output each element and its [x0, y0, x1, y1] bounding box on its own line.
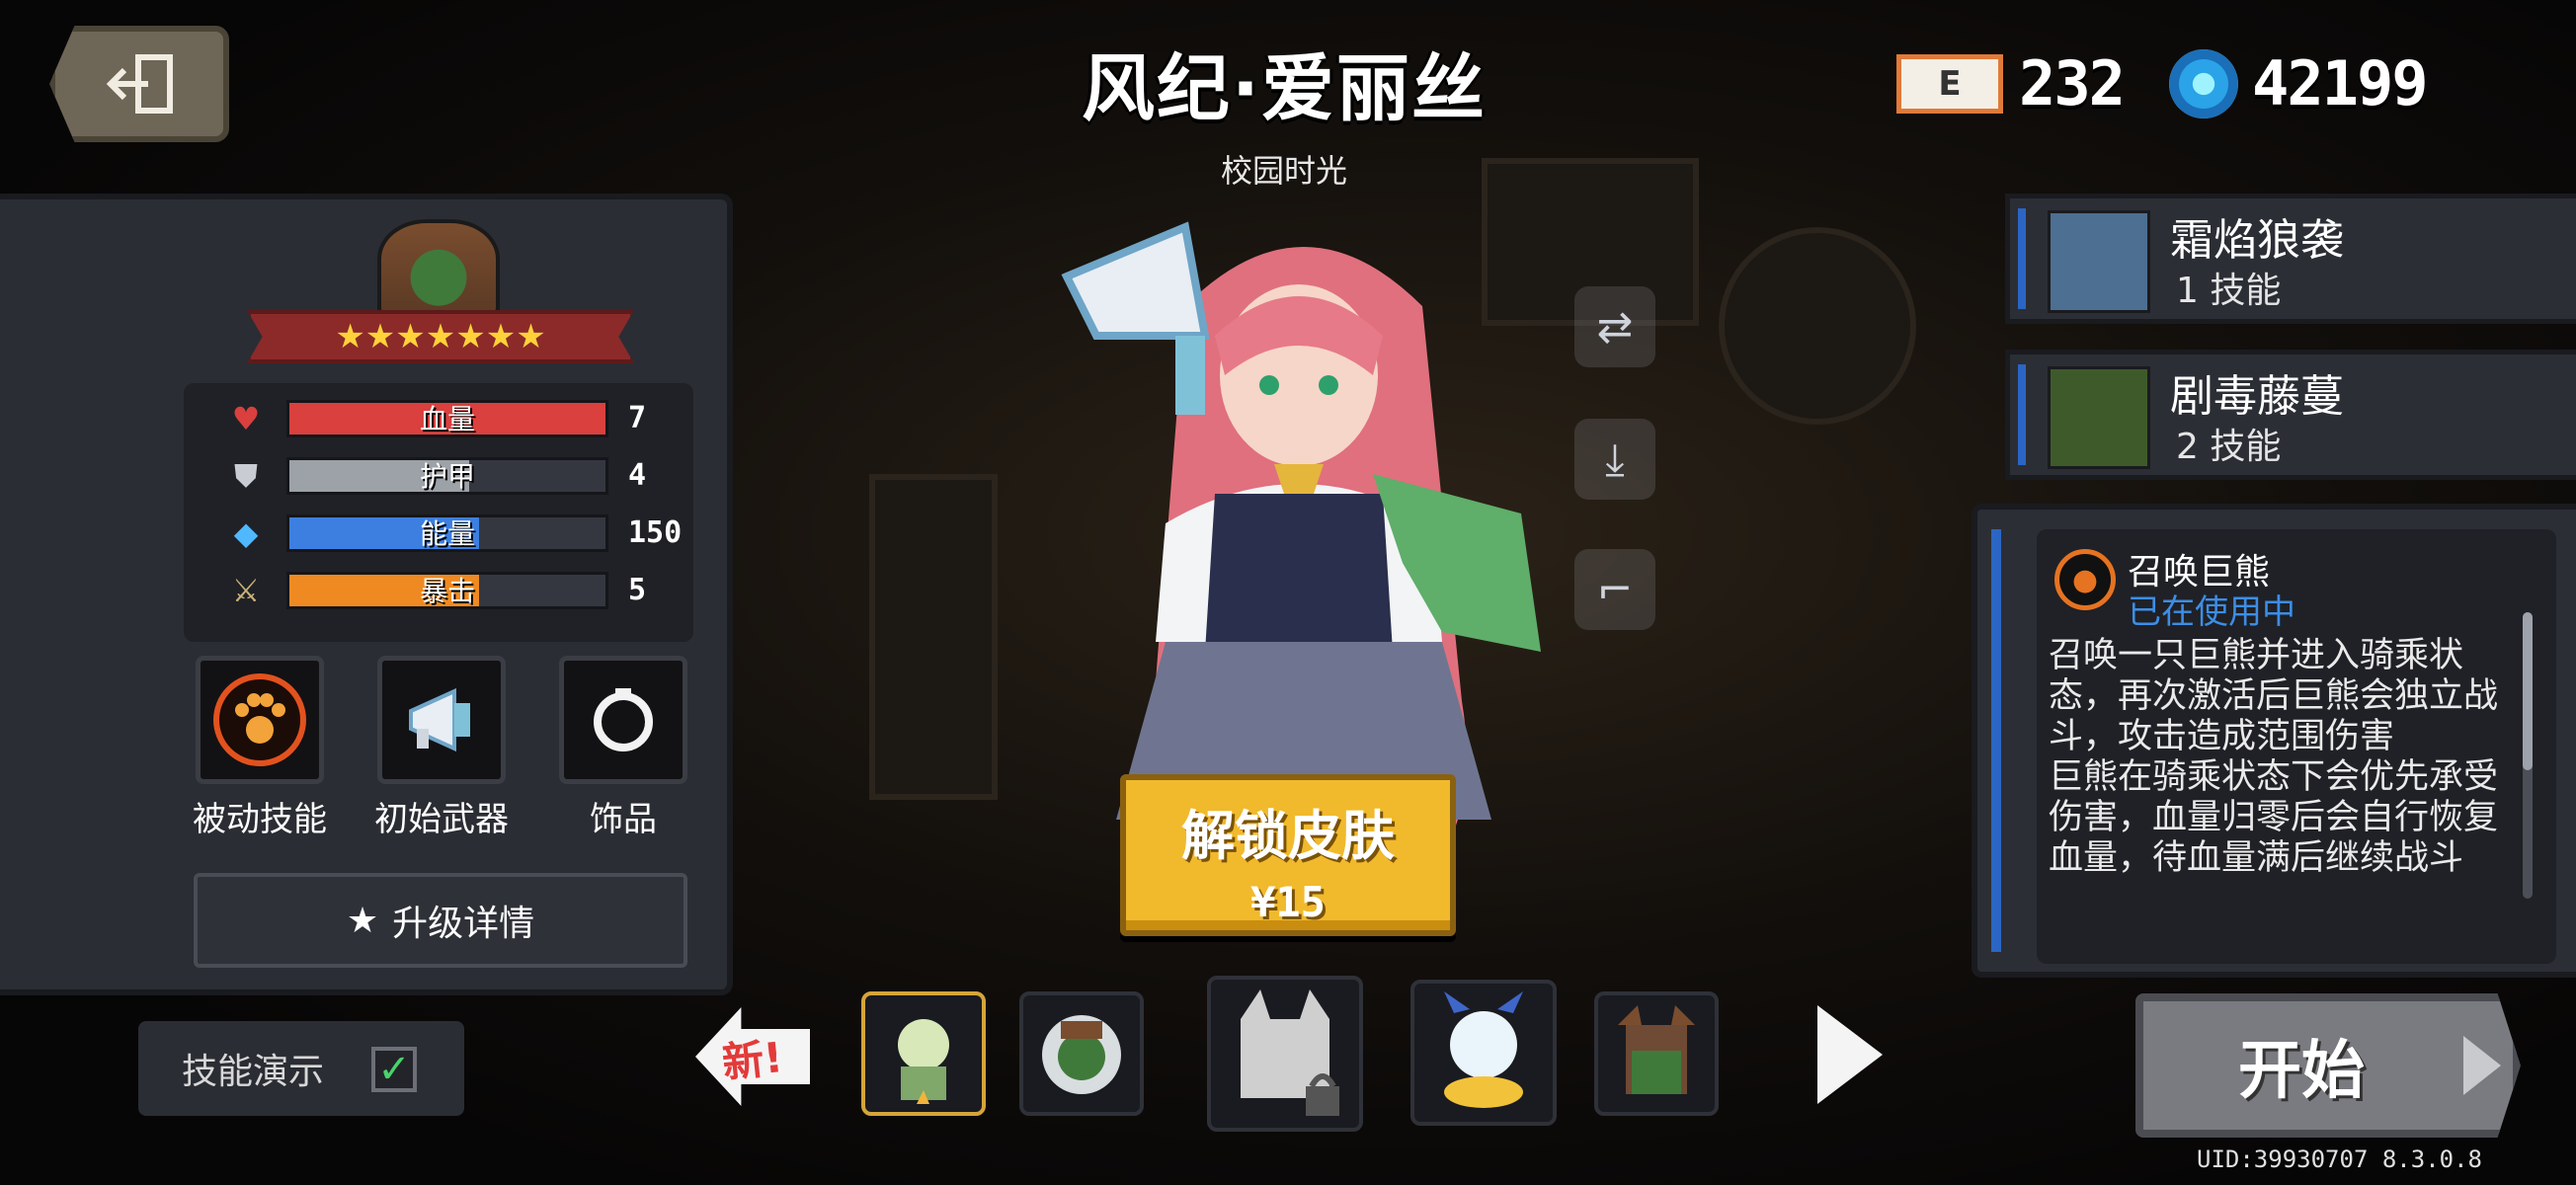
- pet-card-poison-vine[interactable]: 剧毒藤蔓 2 技能: [2005, 350, 2576, 480]
- skill-detail-content: ● 召唤巨熊 已在使用中 召唤一只巨熊并进入骑乘状态，再次激活后巨熊会独立战斗，…: [2037, 529, 2556, 964]
- back-button[interactable]: [49, 26, 229, 142]
- shield-icon: ⛊: [233, 456, 258, 495]
- stat-row-armor: ⛊ 护甲 4: [227, 456, 646, 496]
- start-label: 开始: [2238, 1035, 2365, 1108]
- accessory-label: 饰品: [590, 800, 657, 839]
- skin-name: 校园时光: [1220, 152, 1347, 190]
- ring-icon: [594, 688, 653, 751]
- bear-summon-icon: ●: [2054, 549, 2116, 610]
- paint-roller-button[interactable]: ⌐: [1574, 549, 1655, 630]
- star-icon: ★: [346, 900, 379, 941]
- ecard-icon: E: [1896, 53, 2003, 114]
- megaphone-icon: [409, 687, 470, 752]
- character-slot-4[interactable]: [1410, 980, 1557, 1126]
- heart-icon: ♥: [231, 400, 261, 437]
- crit-value: 5: [628, 573, 647, 607]
- ecard-count: 232: [2019, 47, 2126, 119]
- skill-description: 召唤一只巨熊并进入骑乘状态，再次激活后巨熊会独立战斗，攻击造成范围伤害 巨熊在骑乘…: [2049, 636, 2499, 878]
- exit-icon: [106, 54, 173, 114]
- passive-skill-label: 被动技能: [193, 800, 327, 839]
- download-icon: ⤓: [1605, 434, 1625, 485]
- skill-demo-checkbox[interactable]: ✓: [371, 1047, 417, 1092]
- pet-skill-count: 1 技能: [2176, 271, 2282, 311]
- ecard-counter: E 232: [1896, 47, 2126, 119]
- stats-box: ♥ 血量 7 ⛊ 护甲 4 ◆ 能量 150 ⚔ 暴击 5: [184, 383, 693, 642]
- pet-card-frost-wolf[interactable]: 霜焰狼袭 1 技能: [2005, 194, 2576, 324]
- hero-portrait: [377, 219, 500, 318]
- paint-roller-icon: ⌐: [1596, 564, 1634, 615]
- gem-icon: [2169, 48, 2238, 118]
- switch-skin-button[interactable]: ⇄: [1574, 286, 1655, 367]
- play-arrow-icon: [2463, 1036, 2501, 1095]
- locked-character-icon: [1241, 989, 1339, 1116]
- new-badge: 新!: [720, 1032, 786, 1087]
- crit-bar: 暴击: [286, 572, 608, 609]
- skill-demo-label: 技能演示: [182, 1052, 325, 1092]
- skill-status: 已在使用中: [2128, 592, 2295, 632]
- skill-demo-toggle[interactable]: 技能演示 ✓: [138, 1021, 464, 1116]
- starting-weapon-slot[interactable]: [377, 656, 506, 784]
- energy-value: 150: [628, 515, 683, 550]
- unlock-skin-price: ¥15: [1250, 878, 1326, 926]
- pet-skill-count: 2 技能: [2176, 427, 2282, 467]
- health-bar: 血量: [286, 400, 608, 437]
- starting-weapon-label: 初始武器: [374, 800, 509, 839]
- passive-skill-slot[interactable]: [196, 656, 324, 784]
- energy-icon: ◆: [233, 514, 259, 552]
- dragon-character-icon: [1444, 991, 1523, 1108]
- check-icon: ✓: [377, 1047, 411, 1092]
- accessory-slot[interactable]: [559, 656, 687, 784]
- health-value: 7: [628, 401, 647, 435]
- armor-bar: 护甲: [286, 457, 608, 495]
- character-slot-2[interactable]: [1019, 991, 1144, 1116]
- armor-value: 4: [628, 458, 647, 493]
- pet-name: 剧毒藤蔓: [2170, 371, 2344, 422]
- horned-character-icon: [1618, 1005, 1695, 1094]
- paw-icon: [213, 673, 306, 766]
- previous-character-button[interactable]: 新!: [695, 1007, 810, 1106]
- star-rating: ★★★★★★★: [247, 310, 634, 363]
- character-name: 风纪·爱丽丝: [1081, 46, 1488, 131]
- frost-wolf-icon: [2048, 210, 2150, 313]
- druid-character-icon: [1042, 1015, 1121, 1094]
- character-slot-5[interactable]: [1594, 991, 1719, 1116]
- upgrade-details-button[interactable]: ★ 升级详情: [194, 873, 687, 968]
- user-id-version: UID:39930707 8.3.0.8: [2197, 1146, 2482, 1173]
- start-button[interactable]: 开始: [2135, 993, 2521, 1138]
- gem-counter: 42199: [2169, 47, 2429, 119]
- unlock-skin-label: 解锁皮肤: [1181, 805, 1395, 867]
- poison-vine-icon: [2048, 366, 2150, 469]
- fairy-character-icon: [898, 1019, 949, 1104]
- skill-detail-panel: ● 召唤巨熊 已在使用中 召唤一只巨熊并进入骑乘状态，再次激活后巨熊会独立战斗，…: [1972, 504, 2576, 978]
- download-button[interactable]: ⤓: [1574, 419, 1655, 500]
- stat-row-crit: ⚔ 暴击 5: [227, 571, 646, 610]
- background-decor: [1719, 227, 1916, 425]
- swap-icon: ⇄: [1596, 301, 1634, 353]
- background-decor: [869, 474, 998, 800]
- unlock-skin-button[interactable]: 解锁皮肤 ¥15: [1120, 774, 1456, 936]
- crit-icon: ⚔: [231, 572, 261, 609]
- pet-name: 霜焰狼袭: [2170, 215, 2344, 266]
- stat-row-health: ♥ 血量 7: [227, 399, 646, 438]
- skill-scrollbar[interactable]: [2523, 612, 2533, 899]
- stat-row-energy: ◆ 能量 150: [227, 514, 682, 553]
- gem-count: 42199: [2252, 47, 2429, 119]
- character-slot-1[interactable]: [861, 991, 986, 1116]
- energy-bar: 能量: [286, 514, 608, 552]
- character-slot-3-locked[interactable]: [1207, 976, 1363, 1132]
